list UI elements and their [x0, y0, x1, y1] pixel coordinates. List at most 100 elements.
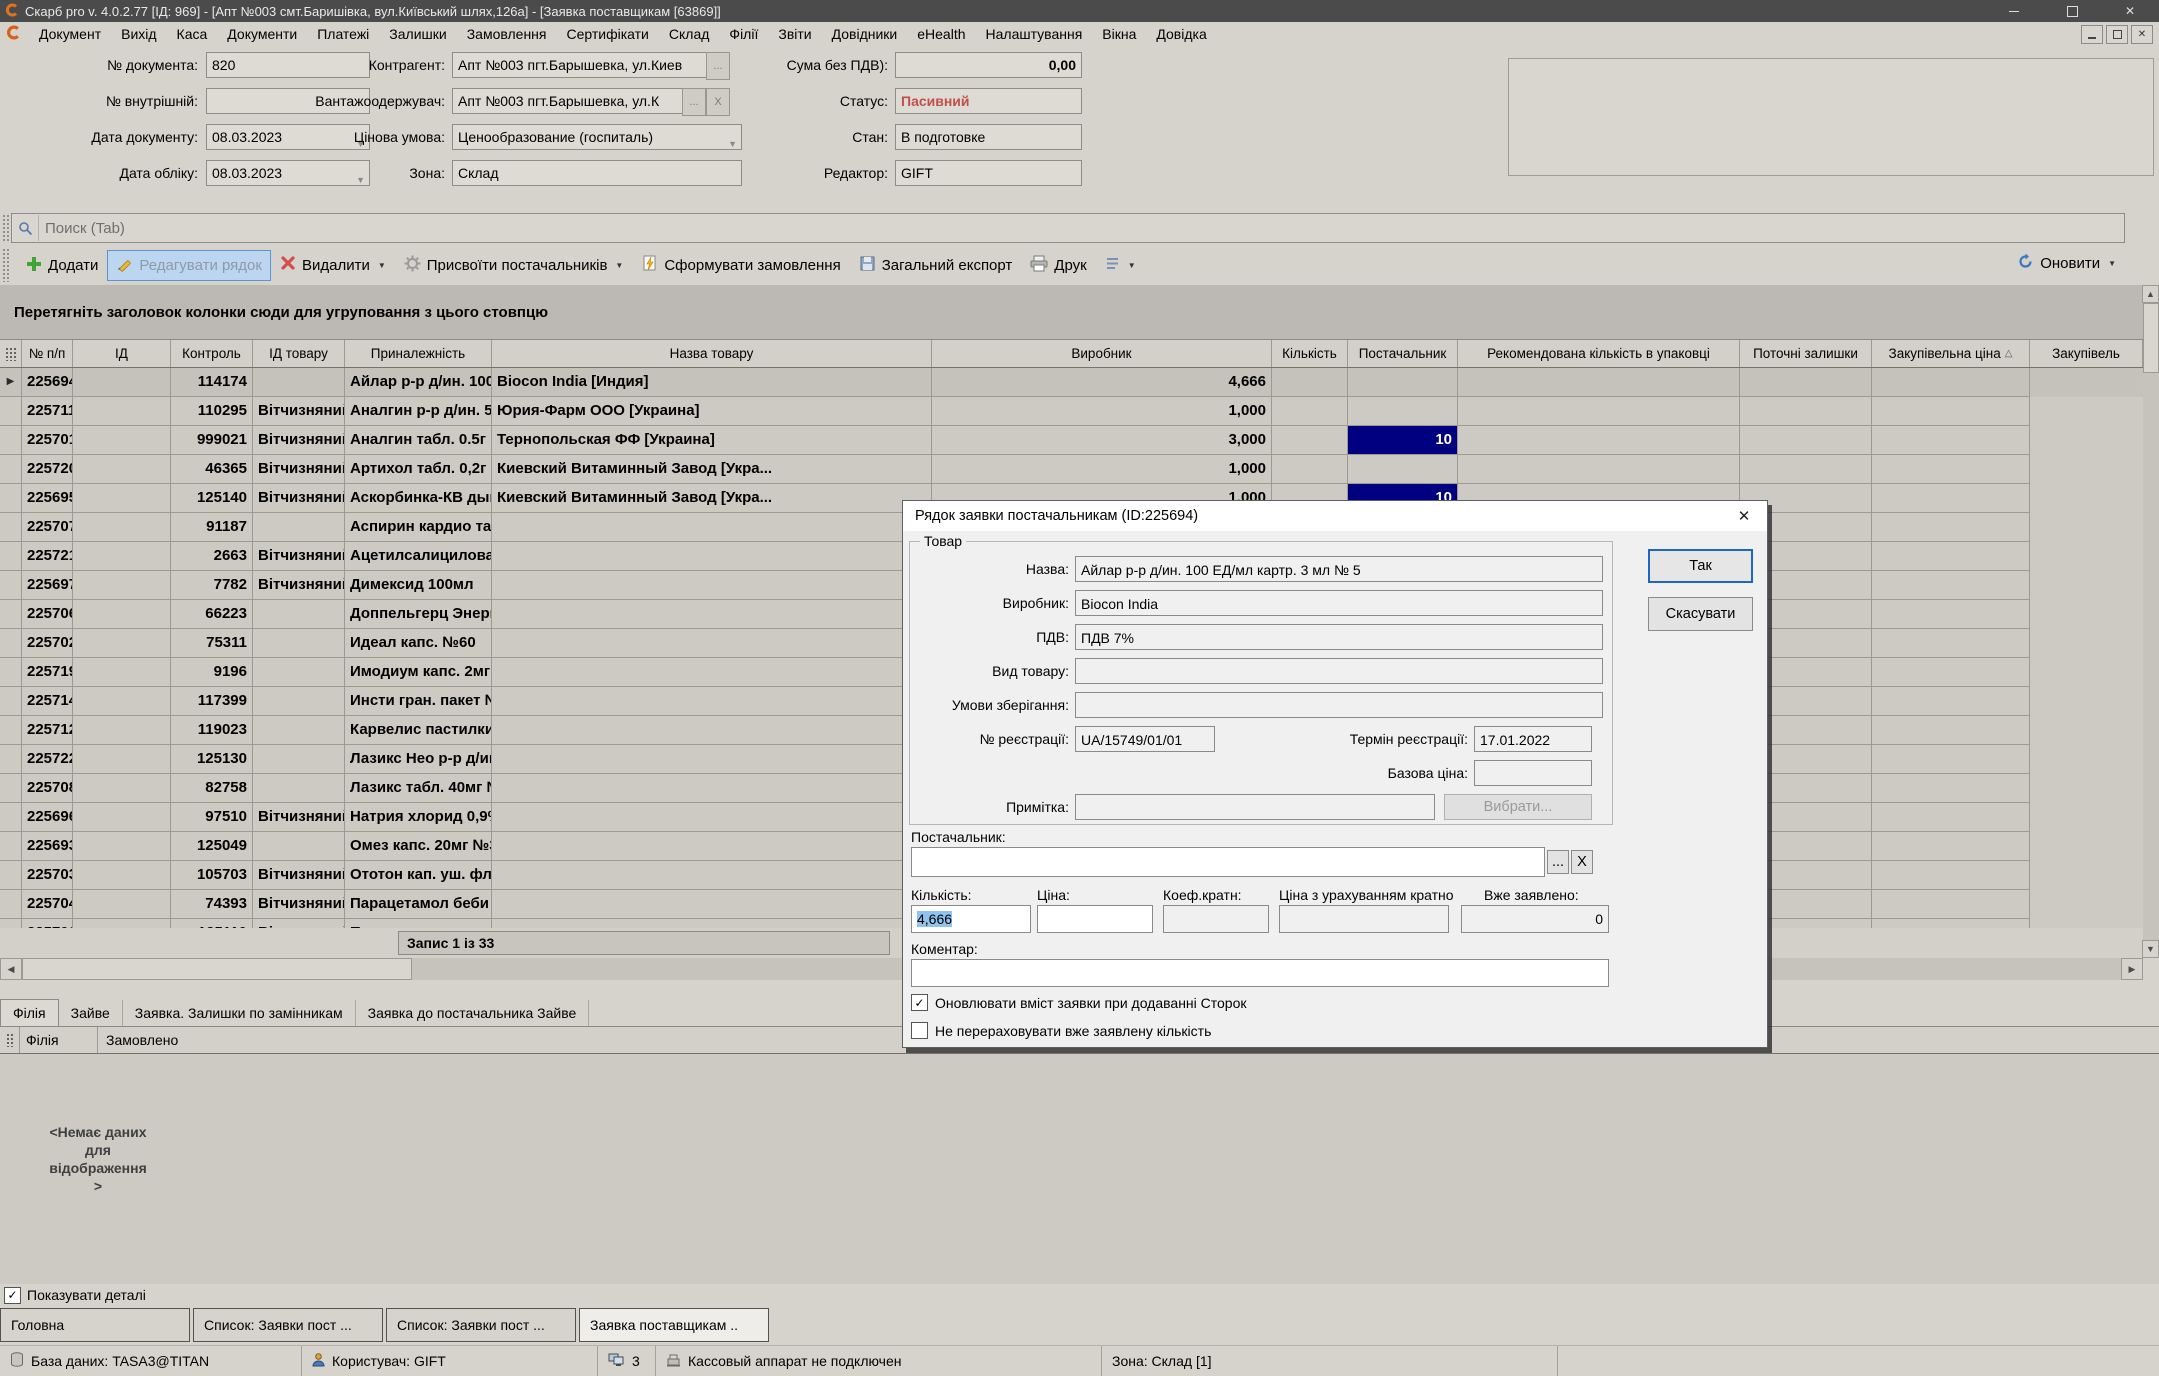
drag-grip[interactable]	[2, 248, 9, 282]
update-content-checkbox[interactable]: ✓	[911, 994, 928, 1011]
menu-item[interactable]: Документи	[217, 24, 307, 44]
table-cell[interactable]: 74393	[171, 890, 253, 919]
row-selector[interactable]	[0, 861, 22, 890]
table-cell[interactable]: Киевский Витаминный Завод [Укра...	[492, 455, 932, 484]
table-cell[interactable]	[253, 774, 345, 803]
table-cell[interactable]: 82758	[171, 774, 253, 803]
table-cell[interactable]: 225712	[22, 716, 73, 745]
no-recalc-checkbox[interactable]	[911, 1022, 928, 1039]
consignee-field[interactable]: Апт №003 пгт.Барышевка, ул.К	[452, 88, 686, 114]
table-cell[interactable]	[73, 774, 171, 803]
table-cell[interactable]: Вітчизняний	[253, 803, 345, 832]
menu-item[interactable]: Каса	[167, 24, 218, 44]
table-cell[interactable]: Парацетамол беби сусп. орал. 2,4% саше 1…	[345, 890, 492, 919]
table-cell[interactable]: Вітчизняний	[253, 484, 345, 513]
row-selector[interactable]	[0, 687, 22, 716]
column-header[interactable]: Закупівель	[2030, 340, 2143, 367]
table-cell[interactable]	[1740, 455, 1872, 484]
table-cell[interactable]	[492, 861, 932, 890]
table-cell[interactable]	[253, 368, 345, 397]
table-cell[interactable]	[1272, 426, 1348, 455]
table-cell[interactable]	[1872, 426, 2030, 455]
table-cell[interactable]: 225696	[22, 803, 73, 832]
table-cell[interactable]	[1458, 426, 1740, 455]
table-cell[interactable]	[73, 600, 171, 629]
drag-grip[interactable]	[2, 214, 9, 242]
dialog-close-icon[interactable]: ✕	[1731, 505, 1757, 527]
table-cell[interactable]	[73, 397, 171, 426]
table-cell[interactable]	[1872, 368, 2030, 397]
table-cell[interactable]: Юрия-Фарм ООО [Украина]	[492, 397, 932, 426]
form-order-button[interactable]: Сформувати замовлення	[632, 250, 849, 281]
row-selector[interactable]	[0, 745, 22, 774]
subtable-col-filia[interactable]: Філія	[20, 1027, 98, 1053]
close-button[interactable]: ✕	[2101, 0, 2159, 22]
table-cell[interactable]: 225693	[22, 832, 73, 861]
row-selector[interactable]	[0, 629, 22, 658]
menu-item[interactable]: Довідка	[1146, 24, 1216, 44]
supplier-clear-button[interactable]: X	[1571, 850, 1593, 874]
table-cell[interactable]: Айлар р-р д/ин. 100 ЕД/мл картр. 3 мл № …	[345, 368, 492, 397]
table-cell[interactable]: 225714	[22, 687, 73, 716]
table-cell[interactable]: Ототон кап. уш. фл. 16 г № 1	[345, 861, 492, 890]
table-cell[interactable]	[492, 716, 932, 745]
table-cell[interactable]: 225722	[22, 745, 73, 774]
table-row[interactable]: 22572046365ВітчизнянийАртихол табл. 0,2г…	[0, 455, 2143, 484]
scroll-left-icon[interactable]: ◀	[0, 958, 22, 980]
table-cell[interactable]: 1,000	[932, 397, 1272, 426]
table-cell[interactable]: Карвелис пастилки блистер № 20	[345, 716, 492, 745]
edit-row-button[interactable]: Редагувати рядок	[107, 250, 271, 281]
table-cell[interactable]: 114174	[171, 368, 253, 397]
table-cell[interactable]	[73, 716, 171, 745]
table-cell[interactable]	[1872, 716, 2030, 745]
column-header[interactable]: Назва товару	[492, 340, 932, 367]
table-cell[interactable]: 225704	[22, 890, 73, 919]
table-cell[interactable]	[73, 455, 171, 484]
row-selector[interactable]	[0, 600, 22, 629]
table-cell[interactable]	[492, 629, 932, 658]
row-selector[interactable]	[0, 484, 22, 513]
list-menu-button[interactable]: ▼	[1096, 251, 1145, 280]
table-cell[interactable]	[1872, 397, 2030, 426]
scroll-down-icon[interactable]: ▼	[2142, 940, 2159, 958]
table-row[interactable]: 225701999021ВітчизнянийАналгин табл. 0.5…	[0, 426, 2143, 455]
table-cell[interactable]: 1,000	[932, 455, 1272, 484]
table-cell[interactable]: Инсти гран. пакет № 5	[345, 687, 492, 716]
dialog-title-bar[interactable]: Рядок заявки постачальникам (ID:225694) …	[903, 501, 1767, 531]
table-cell[interactable]: 225694	[22, 368, 73, 397]
table-cell[interactable]	[1740, 397, 1872, 426]
table-cell[interactable]: Аналгин р-р д/ин. 500 мг/мл амп. 2мл №10	[345, 397, 492, 426]
column-header[interactable]: Контроль	[171, 340, 253, 367]
qty-field[interactable]: 4,666	[911, 905, 1031, 933]
table-cell[interactable]: 225703	[22, 861, 73, 890]
menu-item[interactable]: Налаштування	[976, 24, 1093, 44]
table-cell[interactable]: 125140	[171, 484, 253, 513]
table-cell[interactable]	[73, 745, 171, 774]
table-cell[interactable]	[73, 571, 171, 600]
table-cell[interactable]	[73, 542, 171, 571]
table-cell[interactable]	[1348, 397, 1458, 426]
table-cell[interactable]: 66223	[171, 600, 253, 629]
group-by-panel[interactable]: Перетягніть заголовок колонки сюди для у…	[0, 285, 2159, 340]
contragent-field[interactable]: Апт №003 пгт.Барышевка, ул.Киев	[452, 52, 710, 78]
table-cell[interactable]	[1872, 455, 2030, 484]
table-row[interactable]: 225711110295ВітчизнянийАналгин р-р д/ин.…	[0, 397, 2143, 426]
ok-button[interactable]: Так	[1648, 549, 1753, 583]
table-cell[interactable]	[73, 832, 171, 861]
table-cell[interactable]	[253, 513, 345, 542]
table-cell[interactable]: 117399	[171, 687, 253, 716]
table-cell[interactable]: Вітчизняний	[253, 542, 345, 571]
table-cell[interactable]: 999021	[171, 426, 253, 455]
row-selector[interactable]	[0, 774, 22, 803]
table-cell[interactable]: Вітчизняний	[253, 455, 345, 484]
table-cell[interactable]: Вітчизняний	[253, 426, 345, 455]
row-selector[interactable]	[0, 455, 22, 484]
table-cell[interactable]: Аналгин табл. 0.5г №10	[345, 426, 492, 455]
reg-number-field[interactable]: UA/15749/01/01	[1075, 726, 1215, 752]
vat-field[interactable]: ПДВ 7%	[1075, 624, 1603, 650]
supplier-browse-button[interactable]: ...	[1547, 850, 1569, 874]
table-cell[interactable]	[73, 629, 171, 658]
table-cell[interactable]	[253, 658, 345, 687]
scroll-right-icon[interactable]: ▶	[2121, 958, 2143, 980]
table-cell[interactable]: Вітчизняний	[253, 861, 345, 890]
